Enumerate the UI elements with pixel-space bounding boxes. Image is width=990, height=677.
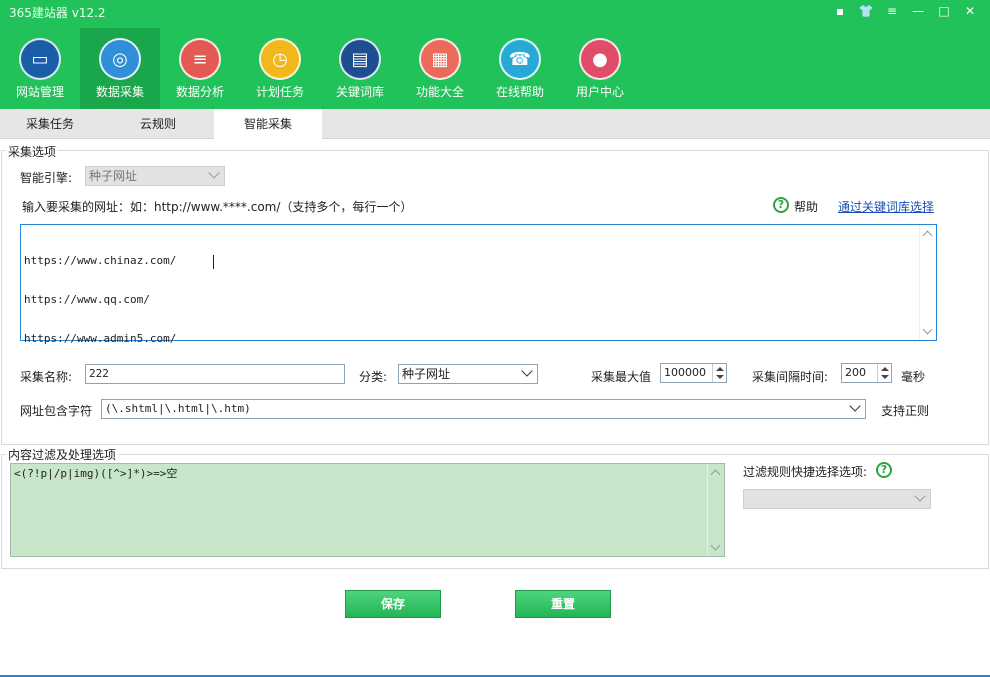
- toolbar-item-site-management[interactable]: ▭ 网站管理: [0, 28, 80, 109]
- keyword-library-link[interactable]: 通过关键词库选择: [838, 198, 934, 215]
- interval-stepper[interactable]: 200: [841, 363, 892, 383]
- globe-icon: ◎: [99, 38, 141, 80]
- engine-label: 智能引擎:: [20, 171, 73, 185]
- app-title: 365建站器 v12.2: [9, 6, 106, 20]
- grid-icon: ▦: [419, 38, 461, 80]
- engine-select-value: 种子网址: [89, 169, 138, 183]
- regex-label: 支持正则: [881, 404, 930, 418]
- maximize-icon[interactable]: □: [934, 2, 954, 20]
- scroll-up-icon[interactable]: [922, 230, 933, 241]
- toolbar-item-user-center[interactable]: ● 用户中心: [560, 28, 640, 109]
- quick-filter-select[interactable]: [743, 489, 931, 509]
- contains-select-value: (\.shtml|\.html|\.htm): [105, 402, 251, 415]
- toolbar-item-keyword-library[interactable]: ▤ 关键词库: [320, 28, 400, 109]
- help-icon[interactable]: ?: [773, 197, 789, 213]
- app-header: 365建站器 v12.2 ▪ 👕 ≡ — □ ✕ ▭ 网站管理 ◎ 数据采集 ≡…: [0, 0, 990, 109]
- tab-smart-collection[interactable]: 智能采集: [214, 109, 322, 139]
- interval-label: 采集间隔时间:: [752, 370, 829, 384]
- reset-button[interactable]: 重置: [515, 590, 611, 618]
- step-up-icon[interactable]: [881, 367, 889, 371]
- toolbar-item-scheduled-tasks[interactable]: ◷ 计划任务: [240, 28, 320, 109]
- max-label: 采集最大值: [591, 370, 652, 384]
- feedback-icon[interactable]: ▪: [830, 2, 850, 20]
- filter-textarea-scrollbar[interactable]: [707, 464, 724, 556]
- help-icon[interactable]: ?: [876, 462, 892, 478]
- save-button[interactable]: 保存: [345, 590, 441, 618]
- toolbar-item-data-analysis[interactable]: ≡ 数据分析: [160, 28, 240, 109]
- scroll-down-icon[interactable]: [922, 324, 933, 335]
- scroll-up-icon[interactable]: [710, 469, 721, 480]
- headset-icon: ☎: [499, 38, 541, 80]
- close-icon[interactable]: ✕: [960, 2, 980, 20]
- menu-icon[interactable]: ≡: [882, 2, 902, 20]
- toolbar-item-data-collection[interactable]: ◎ 数据采集: [80, 28, 160, 109]
- tab-cloud-rules[interactable]: 云规则: [108, 109, 208, 139]
- toolbar-item-all-features[interactable]: ▦ 功能大全: [400, 28, 480, 109]
- engine-select[interactable]: 种子网址: [85, 166, 225, 186]
- skin-icon[interactable]: 👕: [856, 2, 876, 20]
- max-value: 100000: [664, 366, 706, 379]
- name-label: 采集名称:: [20, 370, 73, 384]
- max-stepper[interactable]: 100000: [660, 363, 727, 383]
- toolbar-item-label: 网站管理: [15, 85, 64, 99]
- toolbar-item-label: 数据采集: [95, 85, 144, 99]
- scroll-down-icon[interactable]: [710, 540, 721, 551]
- sub-tabs: 采集任务 云规则 智能采集: [0, 109, 990, 139]
- interval-unit: 毫秒: [901, 370, 926, 384]
- toolbar-item-online-help[interactable]: ☎ 在线帮助: [480, 28, 560, 109]
- step-up-icon[interactable]: [716, 367, 724, 371]
- contains-select[interactable]: (\.shtml|\.html|\.htm): [101, 399, 866, 419]
- name-input[interactable]: 222: [85, 364, 345, 384]
- stepper-buttons[interactable]: [877, 364, 891, 382]
- tab-collection-tasks[interactable]: 采集任务: [0, 109, 100, 139]
- collection-options-title: 采集选项: [6, 143, 59, 160]
- chevron-down-icon: [521, 365, 533, 377]
- step-down-icon[interactable]: [716, 375, 724, 379]
- window-controls: ▪ 👕 ≡ — □ ✕: [830, 2, 980, 20]
- user-icon: ●: [579, 38, 621, 80]
- monitor-icon: ▭: [19, 38, 61, 80]
- help-link[interactable]: 帮助: [794, 198, 818, 215]
- chevron-down-icon: [849, 400, 861, 412]
- chevron-down-icon: [914, 490, 926, 502]
- filter-options-title: 内容过滤及处理选项: [6, 446, 119, 463]
- gauge-icon: ◷: [259, 38, 301, 80]
- stepper-buttons[interactable]: [712, 364, 726, 382]
- toolbar-item-label: 数据分析: [175, 85, 224, 99]
- toolbar-item-label: 功能大全: [415, 85, 464, 99]
- toolbar-item-label: 用户中心: [575, 85, 624, 99]
- interval-value: 200: [845, 366, 866, 379]
- url-prompt: 输入要采集的网址：如：http://www.****.com/（支持多个，每行一…: [22, 200, 413, 214]
- url-textarea-scrollbar[interactable]: [919, 225, 936, 340]
- filter-rule-textarea[interactable]: <(?!p|/p|img)([^>]*)>=>空: [10, 463, 725, 557]
- minimize-icon[interactable]: —: [908, 2, 928, 20]
- quick-filter-label: 过滤规则快捷选择选项:: [743, 465, 868, 479]
- toolbar-item-label: 在线帮助: [495, 85, 544, 99]
- database-icon: ≡: [179, 38, 221, 80]
- main-toolbar: ▭ 网站管理 ◎ 数据采集 ≡ 数据分析 ◷ 计划任务 ▤ 关键词库 ▦ 功能大…: [0, 28, 640, 109]
- toolbar-item-label: 关键词库: [335, 85, 384, 99]
- category-select-value: 种子网址: [402, 367, 451, 381]
- contains-label: 网址包含字符: [20, 404, 93, 418]
- url-textarea[interactable]: https://www.chinaz.com/ https://www.qq.c…: [20, 224, 937, 345]
- step-down-icon[interactable]: [881, 375, 889, 379]
- category-select[interactable]: 种子网址: [398, 364, 538, 384]
- url-line: https://www.qq.com/: [24, 293, 150, 306]
- filter-rule-text: <(?!p|/p|img)([^>]*)>=>空: [14, 467, 178, 480]
- url-line: https://www.chinaz.com/: [24, 254, 177, 267]
- toolbar-item-label: 计划任务: [255, 85, 304, 99]
- text-cursor-icon: [213, 255, 214, 269]
- chevron-down-icon: [208, 167, 220, 179]
- category-label: 分类:: [359, 370, 388, 384]
- book-icon: ▤: [339, 38, 381, 80]
- url-line: https://www.admin5.com/: [24, 332, 177, 345]
